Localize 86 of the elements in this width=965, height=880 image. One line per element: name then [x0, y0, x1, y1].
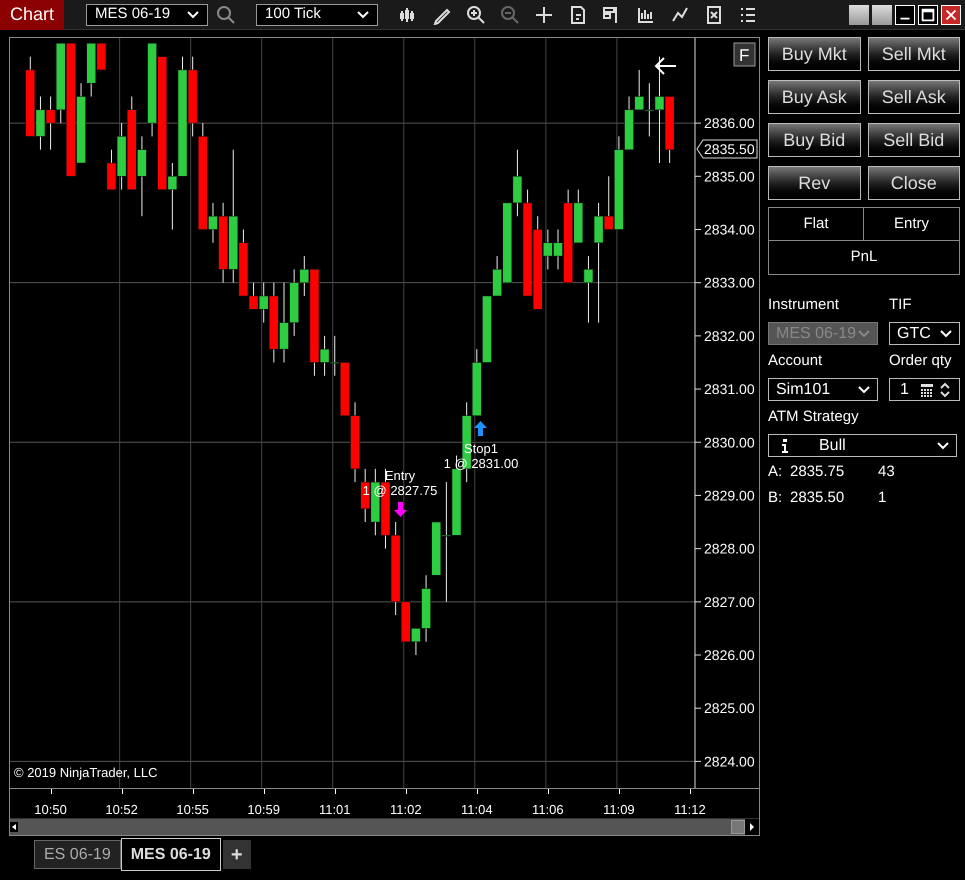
order-button[interactable]: Buy Bid	[768, 123, 860, 157]
window-option-button[interactable]	[872, 4, 892, 24]
scroll-left-icon[interactable]	[10, 822, 18, 832]
instrument-dropdown[interactable]: MES 06-19	[86, 4, 208, 26]
price-label: 2829.00	[704, 487, 755, 504]
window-title: Chart	[0, 0, 64, 30]
quote-side: B:	[768, 488, 784, 508]
quantity-field[interactable]: 1	[889, 378, 960, 401]
maximize-icon[interactable]	[918, 4, 938, 24]
tif-dropdown[interactable]: GTC	[889, 322, 960, 345]
quote-price: 2835.50	[790, 488, 846, 508]
quote-price: 2835.75	[790, 462, 846, 482]
field-label: Order qty	[889, 351, 953, 372]
position-cell: Flat	[769, 208, 864, 241]
scrollbar-thumb[interactable]	[731, 820, 745, 834]
order-button[interactable]: Buy Mkt	[768, 37, 860, 71]
order-detail: 1 @ 2827.75	[362, 483, 438, 498]
chevron-icon	[187, 10, 200, 18]
chevron-icon	[937, 442, 949, 450]
zoom-in-icon[interactable]	[466, 4, 486, 24]
field-label: Account	[768, 351, 824, 372]
chart-tab[interactable]: MES 06-19	[120, 838, 221, 871]
quote-size: 43	[878, 462, 895, 482]
price-label: 2826.00	[704, 647, 755, 664]
time-label: 11:04	[461, 801, 493, 819]
last-price-marker: 2835.50	[696, 140, 758, 158]
order-button[interactable]: Rev	[768, 166, 860, 200]
position-cell: Entry	[864, 208, 959, 241]
scroll-right-icon[interactable]	[745, 819, 759, 835]
f-button[interactable]: F	[734, 42, 756, 66]
time-label: 11:06	[532, 801, 564, 819]
price-label: 2828.00	[704, 540, 755, 557]
price-label: 2824.00	[704, 753, 755, 770]
price-label: 2832.00	[704, 328, 755, 344]
price-label: 2834.00	[704, 222, 755, 238]
interval-dropdown[interactable]: 100 Tick	[256, 4, 378, 26]
price-label: 2825.00	[704, 700, 755, 716]
crosshair-icon[interactable]	[534, 4, 554, 24]
order-button[interactable]: Buy Ask	[768, 80, 860, 114]
price-label: 2836.00	[704, 115, 755, 132]
time-label: 11:02	[390, 801, 422, 819]
chevron-icon	[858, 386, 870, 394]
sell-arrow-icon	[394, 502, 407, 517]
account-dropdown[interactable]: Sim101	[768, 378, 878, 401]
spinner-icon[interactable]	[940, 382, 950, 398]
quote-side: A:	[768, 462, 784, 482]
minimize-icon[interactable]	[895, 4, 915, 24]
window-option-button[interactable]	[849, 4, 869, 24]
atm-strategy-dropdown[interactable]: Bull	[768, 434, 957, 457]
price-label: 2831.00	[704, 381, 755, 398]
time-label: 10:52	[105, 801, 138, 819]
field-label: Instrument	[768, 295, 840, 316]
line-chart-icon[interactable]	[670, 4, 690, 24]
order-button[interactable]: Sell Mkt	[868, 37, 960, 71]
time-label: 11:12	[674, 801, 706, 819]
chevron-icon	[940, 330, 952, 338]
candlestick	[584, 256, 594, 324]
field-label: TIF	[889, 295, 912, 316]
price-label: 2835.00	[704, 168, 755, 184]
back-arrow-icon[interactable]	[654, 57, 677, 75]
quote-size: 1	[878, 488, 886, 508]
time-label: 11:09	[603, 801, 635, 819]
chart-tab[interactable]: ES 06-19	[34, 840, 121, 869]
chevron-icon	[357, 10, 370, 18]
info-icon	[781, 438, 789, 452]
chevron-icon	[858, 330, 870, 338]
price-label: 2833.00	[704, 274, 755, 291]
order-button[interactable]: Sell Ask	[868, 80, 960, 114]
search-icon[interactable]	[216, 4, 236, 24]
order-button[interactable]: Close	[868, 166, 960, 200]
order-label: Entry	[384, 468, 416, 483]
time-label: 11:01	[318, 801, 351, 819]
zoom-out-icon[interactable]	[500, 4, 520, 24]
time-label: 10:59	[247, 801, 280, 819]
close-icon[interactable]	[941, 4, 961, 24]
calculator-icon[interactable]	[920, 382, 934, 396]
copyright-text: © 2019 NinjaTrader, LLC	[14, 765, 158, 780]
order-button[interactable]: Sell Bid	[868, 123, 960, 157]
field-label: ATM Strategy	[768, 407, 860, 428]
pnl-cell-text: PnL	[850, 247, 878, 268]
time-label: 10:50	[34, 801, 67, 819]
add-tab-button[interactable]: +	[222, 840, 251, 869]
price-label: 2827.00	[704, 594, 755, 610]
time-label: 10:55	[176, 801, 209, 819]
price-label: 2830.00	[704, 434, 755, 450]
buy-arrow-icon	[474, 421, 487, 436]
